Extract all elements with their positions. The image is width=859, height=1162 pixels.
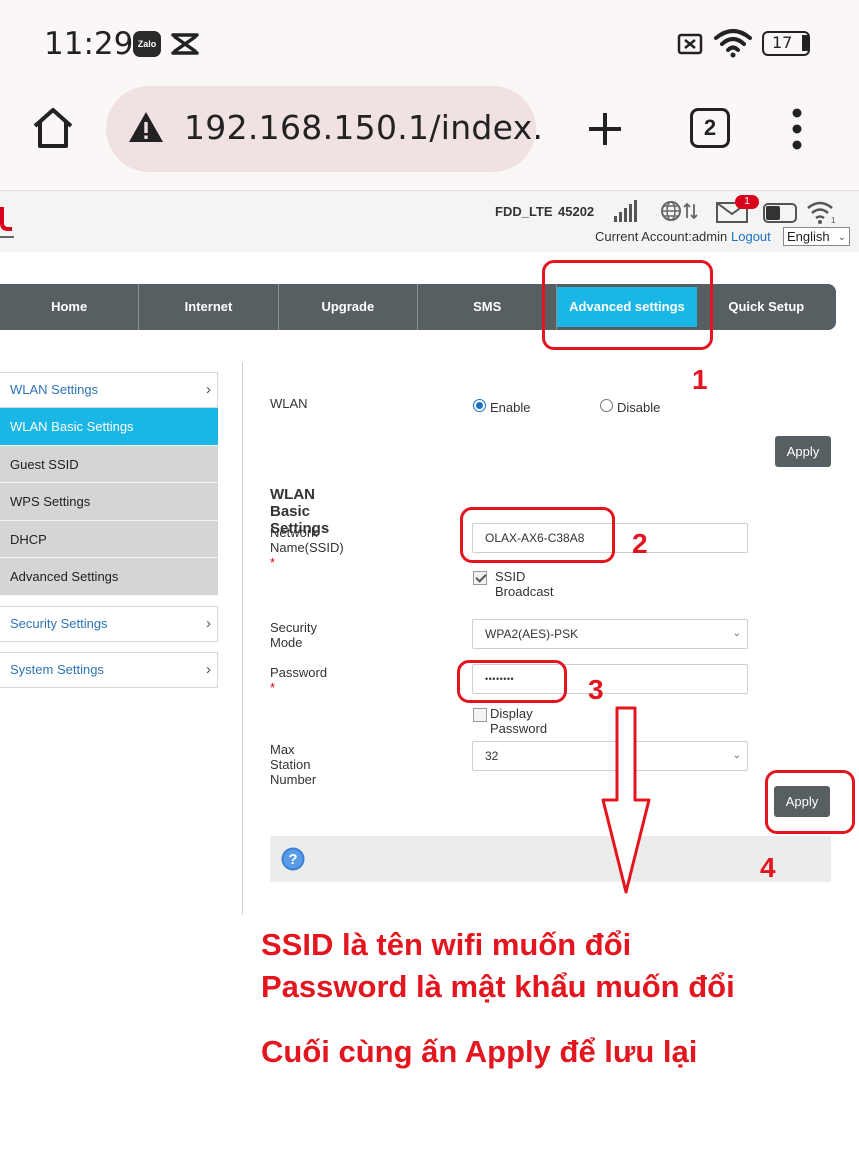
help-icon[interactable]: ? xyxy=(281,847,305,871)
language-select-value: English xyxy=(787,229,830,244)
caption-line-3: Cuối cùng ấn Apply để lưu lại xyxy=(261,1034,698,1069)
status-time: 11:29 xyxy=(44,26,134,62)
plmn-code: 45202 xyxy=(558,204,595,219)
phone-status-bar: 11:29 Zalo 17 xyxy=(0,0,859,86)
wlan-apply-button[interactable]: Apply xyxy=(775,436,831,467)
internet-connection-icon xyxy=(661,201,698,221)
chevron-right-icon: › xyxy=(206,660,211,678)
ssid-label: Network Name(SSID) * xyxy=(270,525,344,570)
browser-toolbar: 192.168.150.1/index. 2 xyxy=(0,86,859,189)
unread-sms-badge: 1 xyxy=(735,195,759,209)
content-divider xyxy=(242,362,243,915)
no-sim-icon xyxy=(677,33,703,55)
sim-card-icon xyxy=(763,203,797,223)
chevron-down-icon: ⌄ xyxy=(732,628,741,639)
tab-upgrade[interactable]: Upgrade xyxy=(279,284,418,330)
annotation-arrow-down-icon xyxy=(601,706,651,894)
capcut-icon xyxy=(171,33,199,55)
security-mode-select[interactable]: WPA2(AES)-PSK ⌄ xyxy=(472,619,748,649)
password-label-text: Password xyxy=(270,665,328,680)
password-label: Password * xyxy=(270,665,327,695)
router-header: FDD_LTE 45202 1 1 Current Account:admin … xyxy=(0,190,859,252)
ssid-broadcast-checkbox[interactable] xyxy=(473,571,487,585)
sidebar-group-label: Security Settings xyxy=(10,615,108,631)
security-mode-label: Security Mode xyxy=(270,620,317,650)
wlan-enable-radio[interactable] xyxy=(473,399,486,412)
olax-logo xyxy=(0,207,14,238)
caption-line-1: SSID là tên wifi muốn đổi xyxy=(261,927,632,962)
annotation-step-4: 4 xyxy=(760,852,776,883)
wlan-enable-label[interactable]: Enable xyxy=(490,400,530,415)
ssid-label-text: Network Name(SSID) xyxy=(270,525,344,555)
tab-sms[interactable]: SMS xyxy=(418,284,558,330)
display-password-label[interactable]: Display Password xyxy=(490,706,547,736)
tab-quick-setup[interactable]: Quick Setup xyxy=(697,284,836,330)
required-mark: * xyxy=(270,555,276,570)
sidebar-item-guest-ssid[interactable]: Guest SSID xyxy=(0,445,218,483)
sidebar-item-wlan-basic-settings[interactable]: WLAN Basic Settings xyxy=(0,408,218,446)
required-mark: * xyxy=(270,680,276,695)
tab-switcher-button[interactable]: 2 xyxy=(690,108,730,148)
sidebar-group-wlan-settings[interactable]: WLAN Settings › xyxy=(0,372,218,408)
annotation-box-advanced-settings xyxy=(542,260,713,350)
logout-link[interactable]: Logout xyxy=(731,229,771,244)
max-station-value: 32 xyxy=(485,749,499,763)
wlan-disable-radio[interactable] xyxy=(600,399,613,412)
current-account-label: Current Account:admin xyxy=(595,229,728,244)
help-bar: ? xyxy=(270,836,831,882)
sidebar-item-advanced-settings[interactable]: Advanced Settings xyxy=(0,558,218,596)
tab-home[interactable]: Home xyxy=(0,284,140,330)
sidebar-group-system-settings[interactable]: System Settings › xyxy=(0,651,218,688)
wifi-status-icon xyxy=(714,29,752,58)
sidebar-item-dhcp[interactable]: DHCP xyxy=(0,520,218,558)
sidebar-group-label: WLAN Settings xyxy=(10,382,99,397)
annotation-step-2: 2 xyxy=(632,528,648,559)
svg-text:1: 1 xyxy=(831,216,836,224)
new-tab-icon[interactable] xyxy=(586,110,624,148)
security-mode-value: WPA2(AES)-PSK xyxy=(485,627,579,641)
chevron-right-icon: › xyxy=(206,614,211,632)
chevron-down-icon: ⌄ xyxy=(732,750,741,761)
annotation-step-1: 1 xyxy=(692,364,708,395)
home-icon[interactable] xyxy=(31,106,75,150)
annotation-box-password xyxy=(457,660,567,703)
annotation-step-3: 3 xyxy=(588,674,604,705)
tab-internet[interactable]: Internet xyxy=(139,284,279,330)
network-type: FDD_LTE xyxy=(495,204,553,219)
annotation-box-ssid xyxy=(460,507,615,563)
more-menu-icon[interactable] xyxy=(790,108,804,150)
sidebar-group-label: System Settings xyxy=(10,661,104,677)
annotation-box-apply xyxy=(765,770,855,834)
wlan-disable-label[interactable]: Disable xyxy=(617,400,660,415)
max-station-label: Max Station Number xyxy=(270,742,317,787)
sidebar-group-security-settings[interactable]: Security Settings › xyxy=(0,605,218,642)
sidebar: WLAN Settings › WLAN Basic Settings Gues… xyxy=(0,372,218,688)
svg-text:?: ? xyxy=(288,851,297,868)
caption-line-2: Password là mật khẩu muốn đổi xyxy=(261,969,735,1004)
wlan-label: WLAN xyxy=(270,396,308,411)
signal-strength-icon xyxy=(614,200,637,222)
battery-indicator: 17 xyxy=(762,31,810,56)
display-password-checkbox[interactable] xyxy=(473,708,487,722)
sidebar-item-wps-settings[interactable]: WPS Settings xyxy=(0,483,218,521)
ssid-broadcast-label[interactable]: SSID Broadcast xyxy=(495,569,554,599)
chevron-right-icon: › xyxy=(206,381,211,398)
language-select[interactable]: English ⌄ xyxy=(783,227,850,246)
warning-icon[interactable] xyxy=(128,110,164,144)
address-bar[interactable]: 192.168.150.1/index. xyxy=(106,86,543,172)
url-text[interactable]: 192.168.150.1/index. xyxy=(184,108,543,147)
chevron-down-icon: ⌄ xyxy=(837,232,846,243)
wifi-icon: 1 xyxy=(807,201,836,224)
zalo-icon: Zalo xyxy=(133,31,161,57)
